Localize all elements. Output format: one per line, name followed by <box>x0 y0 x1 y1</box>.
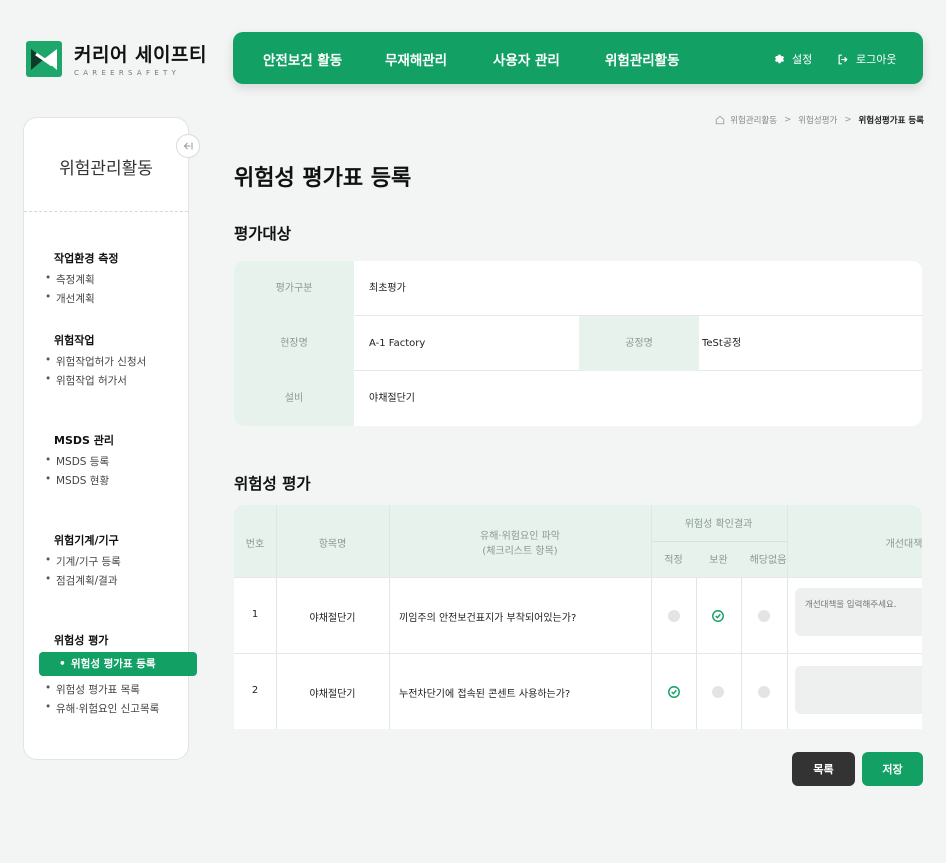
result-fix-radio[interactable] <box>712 686 724 698</box>
check-circle-icon[interactable] <box>711 609 725 623</box>
sidebar-item[interactable]: MSDS 등록 <box>45 454 109 469</box>
equipment-value: 야채절단기 <box>369 393 415 404</box>
row-item: 야채절단기 <box>309 689 356 700</box>
col-improve: 개선대책 <box>885 539 922 550</box>
section-title-evaluation: 위험성 평가 <box>234 475 311 493</box>
info-row: 현장명 A-1 Factory 공정명 TeSt공정 <box>234 316 922 371</box>
sidebar-group-title: MSDS 관리 <box>54 434 114 447</box>
table-row: 2 야채절단기 누전차단기에 접속된 콘센트 사용하는가? <box>234 653 922 729</box>
sidebar-item[interactable]: 유해·위험요인 신고목록 <box>45 701 159 716</box>
nav-no-accident[interactable]: 무재해관리 <box>385 49 447 69</box>
brand-subtitle: CAREERSAFETY <box>74 69 181 77</box>
sidebar-divider <box>24 211 188 212</box>
section-title-target: 평가대상 <box>234 225 292 243</box>
sidebar-group-title: 위험성 평가 <box>54 634 109 647</box>
sidebar-item[interactable]: 개선계획 <box>45 291 95 306</box>
eval-type-label: 평가구분 <box>234 261 354 316</box>
eval-type-value: 최초평가 <box>369 283 406 294</box>
top-navigation: 안전보건 활동 무재해관리 사용자 관리 위험관리활동 설정 로그아웃 <box>233 32 923 84</box>
nav-user-management[interactable]: 사용자 관리 <box>493 49 560 69</box>
logo-icon <box>26 40 62 77</box>
check-circle-icon[interactable] <box>667 685 681 699</box>
nav-risk-management[interactable]: 위험관리활동 <box>605 49 680 69</box>
brand-name: 커리어 세이프티 <box>74 44 207 66</box>
sidebar-collapse-button[interactable] <box>176 134 200 158</box>
col-no: 번호 <box>245 539 265 550</box>
improvement-input[interactable] <box>795 666 922 714</box>
sidebar-group-title: 작업환경 측정 <box>54 252 119 265</box>
nav-safety-activity[interactable]: 안전보건 활동 <box>263 49 342 69</box>
home-icon[interactable] <box>715 115 725 125</box>
brand-logo[interactable]: 커리어 세이프티 CAREERSAFETY <box>26 40 207 77</box>
col-result-na: 해당없음 <box>749 555 787 566</box>
info-row: 평가구분 최초평가 <box>234 261 922 316</box>
sidebar-item[interactable]: 위험작업 허가서 <box>45 373 127 388</box>
row-no: 1 <box>251 609 259 620</box>
collapse-left-icon <box>183 142 193 150</box>
row-no: 2 <box>251 685 259 696</box>
chevron-right-icon: > <box>784 115 792 125</box>
save-button[interactable]: 저장 <box>862 752 923 786</box>
col-result-ok: 적정 <box>664 555 683 566</box>
sidebar-group-title: 위험작업 <box>54 334 95 347</box>
page-title: 위험성 평가표 등록 <box>234 166 412 191</box>
sidebar-item[interactable]: 위험성 평가표 목록 <box>45 682 140 697</box>
breadcrumb-current: 위험성평가표 등록 <box>858 116 924 126</box>
equipment-label: 설비 <box>234 371 354 426</box>
process-value: TeSt공정 <box>702 338 742 349</box>
row-hazard: 누전차단기에 접속된 콘센트 사용하는가? <box>399 689 571 700</box>
risk-evaluation-table: 번호 항목명 유해·위험요인 파악 (체크리스트 항목) 위험성 확인결과 적정… <box>234 505 922 729</box>
sidebar-item[interactable]: 위험작업허가 신청서 <box>45 354 146 369</box>
logout-icon <box>838 54 848 64</box>
process-label: 공정명 <box>579 316 699 371</box>
settings-label: 설정 <box>792 53 813 66</box>
row-hazard: 끼임주의 안전보건표지가 부착되어있는가? <box>399 613 577 624</box>
table-row: 1 야채절단기 끼임주의 안전보건표지가 부착되어있는가? <box>234 577 922 653</box>
result-ok-radio[interactable] <box>668 610 680 622</box>
chevron-right-icon: > <box>844 115 852 125</box>
col-item: 항목명 <box>318 539 347 550</box>
gear-icon <box>774 54 785 63</box>
sidebar-item[interactable]: 측정계획 <box>45 272 95 287</box>
sidebar-group-title: 위험기계/기구 <box>54 534 119 547</box>
list-button[interactable]: 목록 <box>792 752 855 786</box>
sidebar-title: 위험관리활동 <box>59 159 153 179</box>
col-hazard: 유해·위험요인 파악 <box>480 531 560 542</box>
breadcrumb-item[interactable]: 위험성평가 <box>798 114 837 126</box>
logout-label: 로그아웃 <box>856 53 897 66</box>
info-row: 설비 야채절단기 <box>234 371 922 426</box>
improvement-input[interactable] <box>795 588 922 636</box>
breadcrumb-item[interactable]: 위험관리활동 <box>730 114 777 126</box>
col-result-fix: 보완 <box>709 555 728 566</box>
row-item: 야채절단기 <box>309 613 356 624</box>
sidebar-item[interactable]: MSDS 현황 <box>45 473 109 488</box>
breadcrumb: 위험관리활동 > 위험성평가 > 위험성평가표 등록 <box>715 114 924 126</box>
sidebar-item[interactable]: 기계/기구 등록 <box>45 554 121 569</box>
evaluation-target-card: 평가구분 최초평가 현장명 A-1 Factory 공정명 TeSt공정 설비 … <box>234 261 922 426</box>
logout-link[interactable]: 로그아웃 <box>837 51 896 67</box>
settings-link[interactable]: 설정 <box>773 51 812 67</box>
site-label: 현장명 <box>234 316 354 371</box>
table-header: 번호 항목명 유해·위험요인 파악 (체크리스트 항목) 위험성 확인결과 적정… <box>234 505 922 577</box>
col-result: 위험성 확인결과 <box>684 519 753 530</box>
site-value: A-1 Factory <box>369 338 426 349</box>
header-divider <box>651 541 787 542</box>
result-na-radio[interactable] <box>758 610 770 622</box>
sidebar-item-active[interactable]: 위험성 평가표 등록 <box>39 652 197 676</box>
sidebar-item[interactable]: 점검계획/결과 <box>45 573 117 588</box>
col-hazard-sub: (체크리스트 항목) <box>482 546 558 557</box>
result-na-radio[interactable] <box>758 686 770 698</box>
